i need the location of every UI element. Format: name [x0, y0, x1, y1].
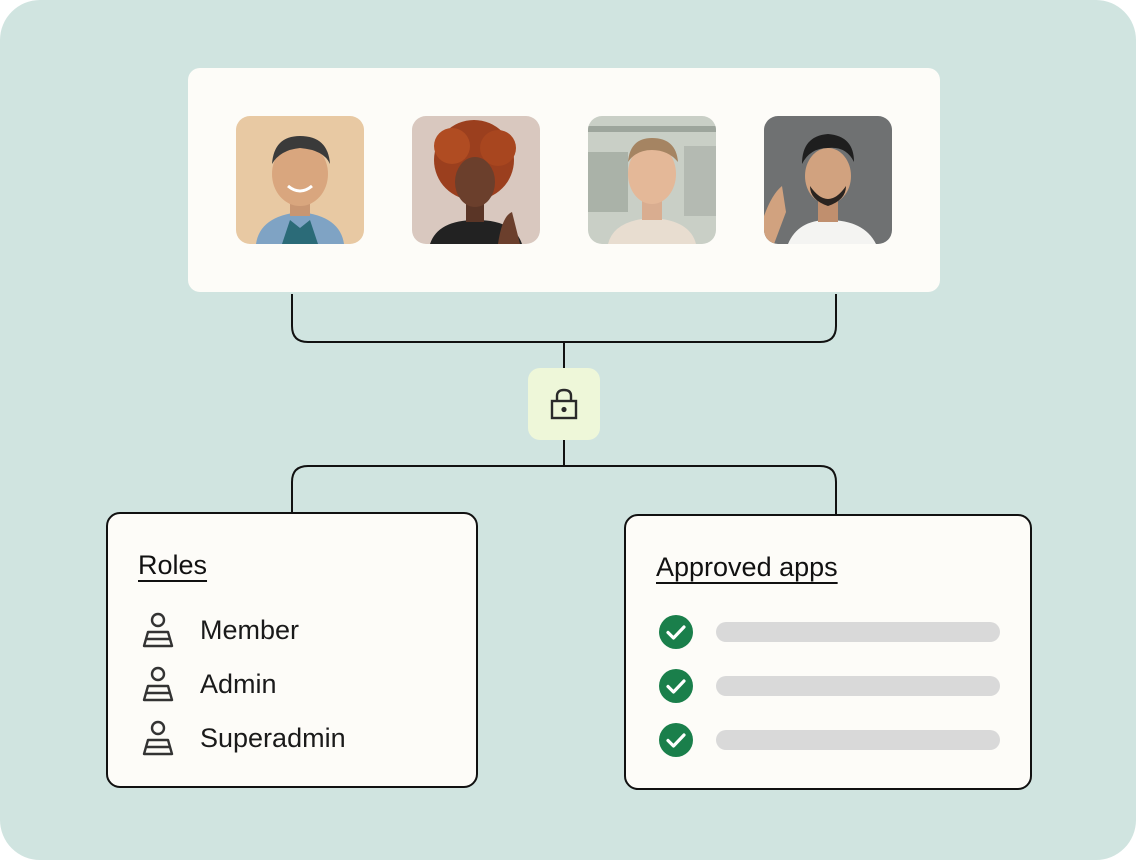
check-circle-icon	[659, 615, 693, 649]
avatar	[412, 116, 540, 244]
roles-panel: Roles Member Admin Superadmin	[106, 512, 478, 788]
access-lock	[528, 368, 600, 440]
approved-app-item	[658, 666, 1000, 706]
avatar	[588, 116, 716, 244]
check-circle-icon	[659, 669, 693, 703]
approved-app-item	[658, 612, 1000, 652]
approved-apps-panel: Approved apps	[624, 514, 1032, 790]
role-item-member: Member	[138, 610, 299, 650]
avatar	[764, 116, 892, 244]
app-name-placeholder	[716, 622, 1000, 642]
team-members-card	[188, 68, 940, 292]
role-item-superadmin: Superadmin	[138, 718, 346, 758]
user-icon	[142, 666, 174, 702]
approved-app-item	[658, 720, 1000, 760]
avatar	[236, 116, 364, 244]
role-item-admin: Admin	[138, 664, 277, 704]
app-name-placeholder	[716, 730, 1000, 750]
user-icon	[142, 612, 174, 648]
role-label: Member	[200, 614, 300, 645]
app-name-placeholder	[716, 676, 1000, 696]
approved-apps-title: Approved apps	[656, 552, 838, 582]
diagram-canvas: Roles Member Admin Superadmin Approved a…	[0, 0, 1136, 860]
role-label: Admin	[200, 668, 277, 699]
roles-title: Roles	[138, 550, 208, 580]
lock-icon	[550, 388, 578, 420]
role-label: Superadmin	[200, 722, 346, 753]
user-icon	[142, 720, 174, 756]
check-circle-icon	[659, 723, 693, 757]
